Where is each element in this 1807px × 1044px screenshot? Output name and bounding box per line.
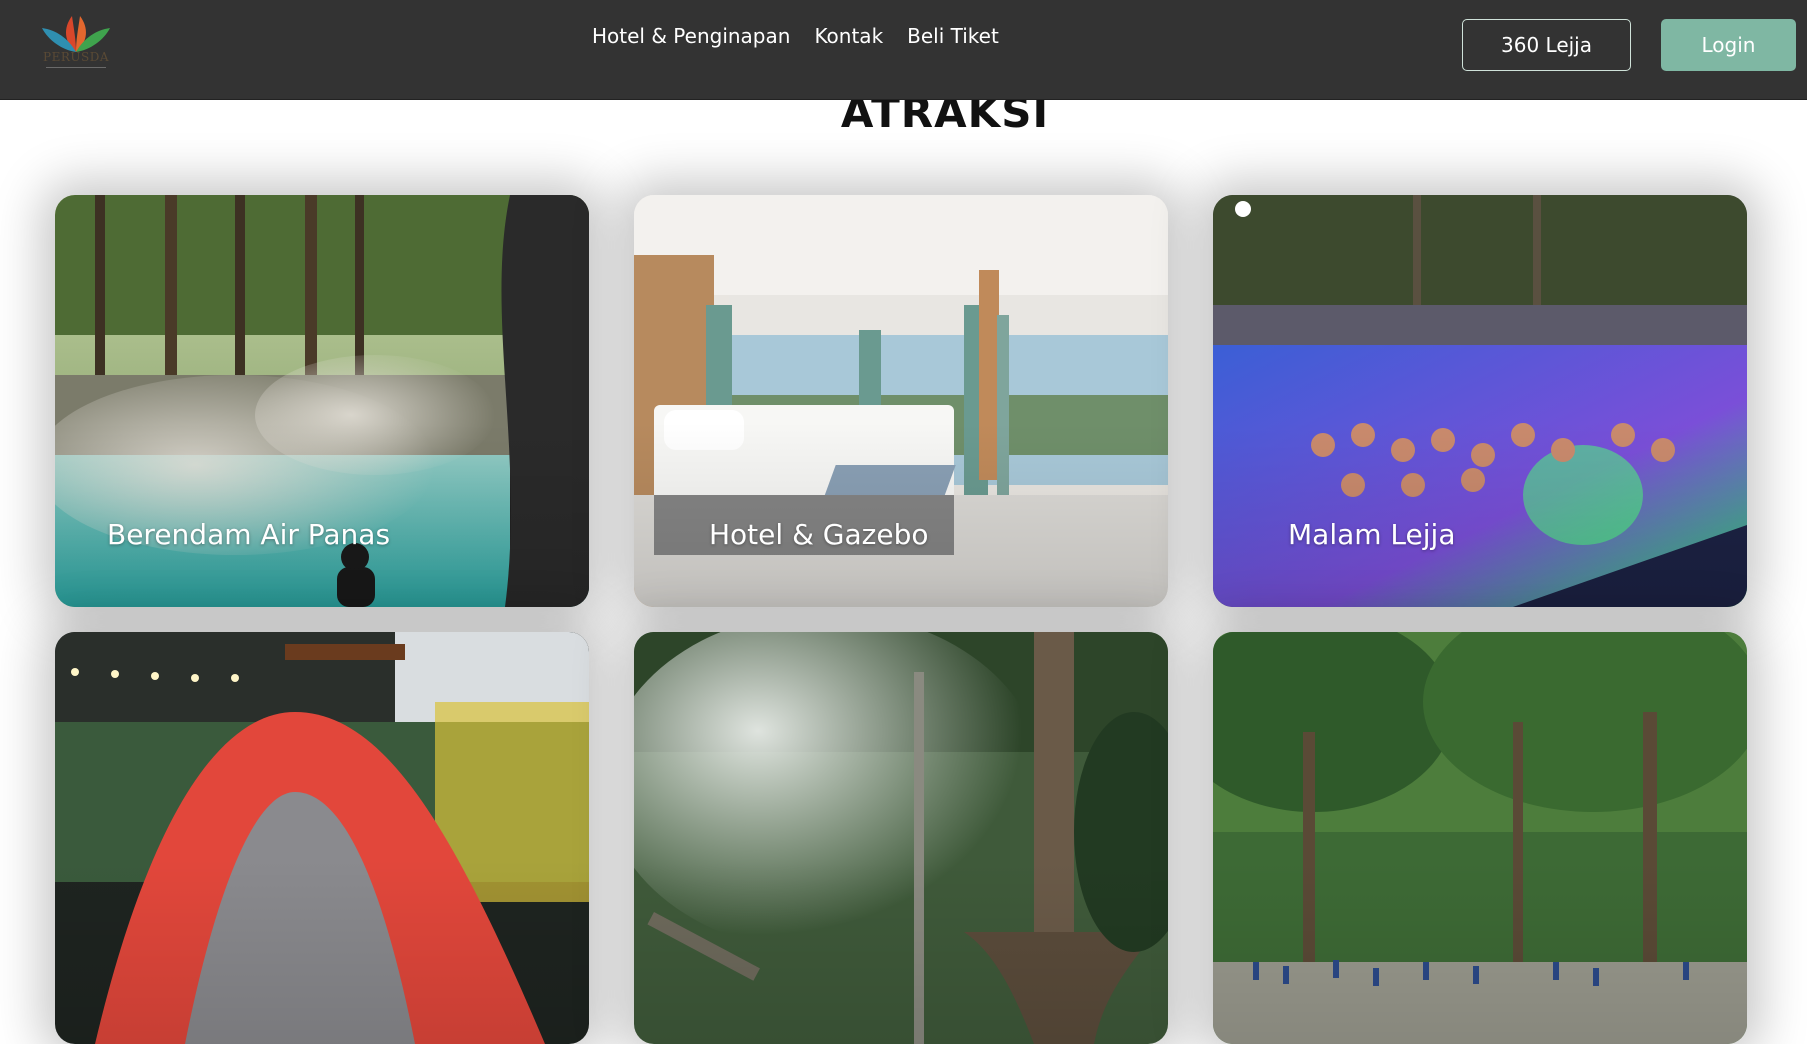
brand-logo[interactable]: PERUSDA <box>38 12 114 74</box>
card-overlay <box>1213 632 1747 1044</box>
nav-link-kontak[interactable]: Kontak <box>814 24 883 48</box>
card-overlay <box>634 632 1168 1044</box>
card-label: Malam Lejja <box>1288 518 1456 551</box>
logo-underline <box>46 67 106 71</box>
card-overlay <box>55 632 589 1044</box>
attraction-card-camping[interactable] <box>55 632 589 1044</box>
attraction-card-forest-park[interactable] <box>1213 632 1747 1044</box>
card-label: Hotel & Gazebo <box>709 518 929 551</box>
attraction-card-forest-mist[interactable] <box>634 632 1168 1044</box>
card-label: Berendam Air Panas <box>107 518 391 551</box>
360-lejja-button[interactable]: 360 Lejja <box>1462 19 1631 71</box>
navbar: PERUSDA Hotel & Penginapan Kontak Beli T… <box>0 0 1807 100</box>
nav-link-hotel-penginapan[interactable]: Hotel & Penginapan <box>592 24 790 48</box>
logo-text: PERUSDA <box>43 50 109 64</box>
login-button[interactable]: Login <box>1661 19 1796 71</box>
attraction-card-hot-spring[interactable]: Berendam Air Panas <box>55 195 589 607</box>
nav-link-beli-tiket[interactable]: Beli Tiket <box>907 24 999 48</box>
attraction-card-malam-lejja[interactable]: Malam Lejja <box>1213 195 1747 607</box>
main-nav: Hotel & Penginapan Kontak Beli Tiket <box>592 24 999 48</box>
attraction-card-hotel-gazebo[interactable]: Hotel & Gazebo <box>634 195 1168 607</box>
